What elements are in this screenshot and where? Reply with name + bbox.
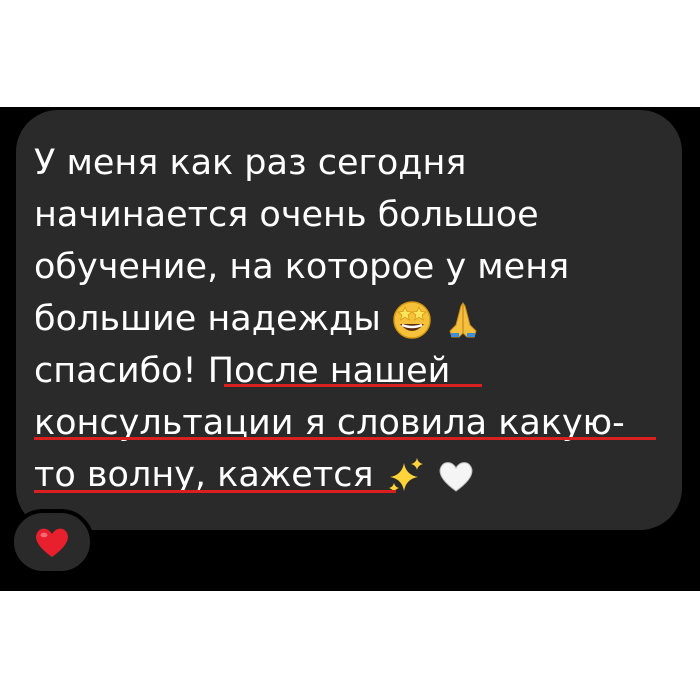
message-line-7: то волну, кажется [34,447,476,503]
red-heart-icon [36,528,68,557]
message-line-1: У меня как раз сегодня [34,143,467,183]
folded-hands-emoji [443,300,483,340]
message-line-4: большие надежды [34,291,483,347]
underline-3 [34,490,396,493]
message-line-7-text: то волну, кажется [34,455,374,495]
star-struck-emoji [392,300,432,340]
message-line-2: начинается очень большое [34,195,539,235]
underline-2 [34,437,656,440]
underline-1 [224,384,482,387]
message-line-4-text: большие надежды [34,299,381,339]
message-line-6: консультации я словила какую- [34,403,625,443]
message-line-5: спасибо! После нашей [34,351,451,391]
message-line-3: обучение, на которое у меня [34,247,570,287]
reaction-badge[interactable] [10,509,94,575]
white-heart-emoji [436,456,476,496]
